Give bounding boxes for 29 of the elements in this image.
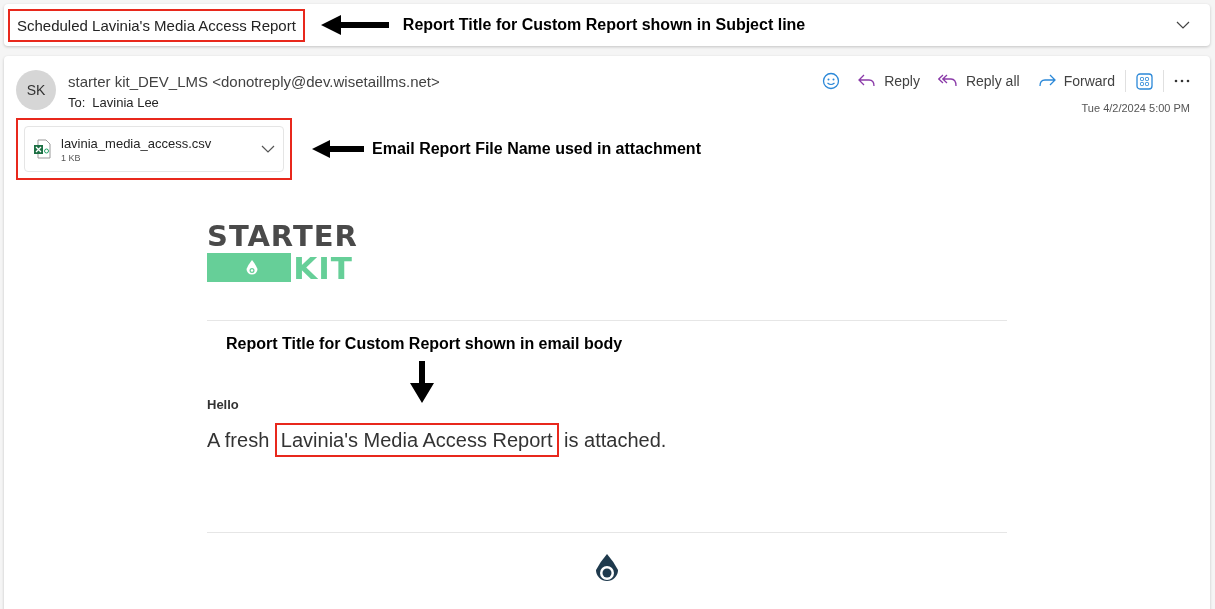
recipient: Lavinia Lee [92, 95, 159, 110]
sender: starter kit_DEV_LMS <donotreply@dev.wisetaillms.net> [68, 73, 440, 90]
file-name: lavinia_media_access.csv [61, 135, 213, 151]
greeting: Hello [207, 397, 239, 412]
reply-button[interactable]: Reply [858, 73, 920, 89]
left-arrow-icon [320, 15, 389, 35]
reply-icon [858, 74, 877, 88]
spreadsheet-file-icon [33, 139, 51, 159]
forward-button[interactable]: Forward [1037, 73, 1115, 89]
attachment-card[interactable]: lavinia_media_access.csv 1 KB [24, 126, 284, 172]
left-arrow-icon [312, 140, 364, 158]
annotation-text: Report Title for Custom Report shown in Subject line [402, 16, 806, 34]
more-icon[interactable] [1174, 79, 1190, 83]
to-label: To: [68, 95, 86, 110]
down-arrow-icon [410, 361, 435, 403]
chevron-down-icon[interactable] [1176, 21, 1190, 29]
forward-icon [1037, 74, 1056, 88]
reply-all-button[interactable]: Reply all [937, 73, 1020, 89]
received-date: Tue 4/2/2024 5:00 PM [1081, 102, 1190, 114]
smiley-icon[interactable] [822, 72, 841, 90]
annotation-text: Report Title for Custom Report shown in email body [226, 335, 623, 353]
file-size: 1 KB [61, 152, 82, 163]
email-message: A fresh Lavinia's Media Access Report is attached. [207, 420, 667, 460]
email-subject: Scheduled Lavinia's Media Access Report [8, 8, 305, 42]
annotation-text: Email Report File Name used in attachment [372, 140, 701, 158]
chevron-down-icon[interactable] [261, 145, 275, 153]
avatar: SK [16, 70, 56, 110]
reply-all-icon [937, 74, 958, 88]
apps-icon[interactable] [1136, 72, 1153, 90]
